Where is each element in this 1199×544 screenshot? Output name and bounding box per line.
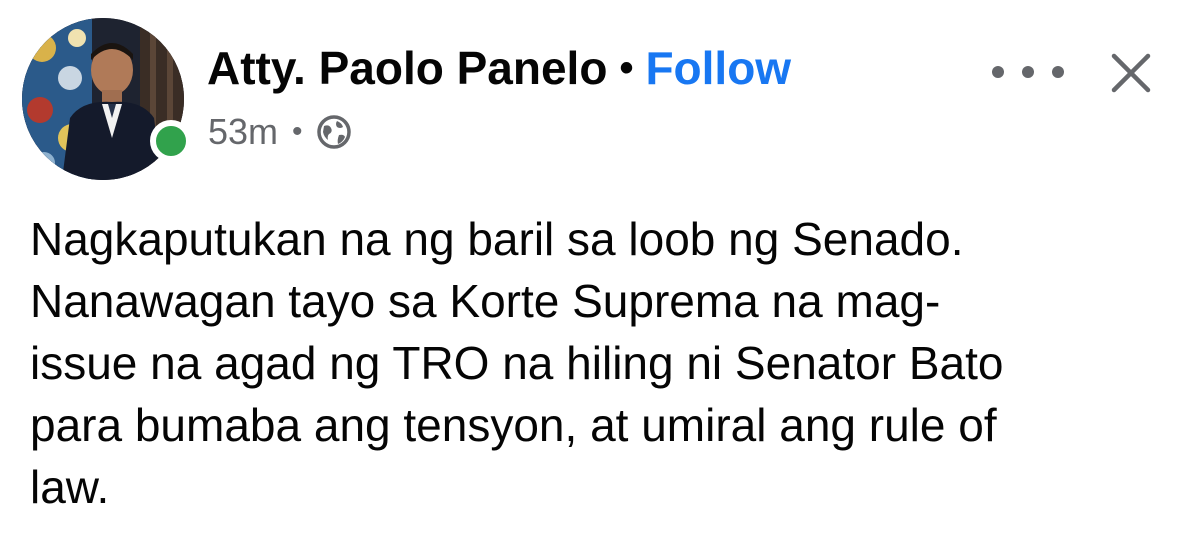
more-dot (1022, 66, 1034, 78)
meta-separator: • (292, 115, 303, 148)
close-icon[interactable] (1110, 52, 1152, 94)
author-name[interactable]: Atty. Paolo Panelo (207, 45, 607, 91)
more-options-icon[interactable] (992, 52, 1064, 92)
header-separator: • (619, 46, 634, 90)
post-text: Nagkaputukan na ng baril sa loob ng Sena… (30, 213, 1004, 513)
globe-icon[interactable] (315, 113, 353, 151)
more-dot (1052, 66, 1064, 78)
online-status-dot (150, 120, 192, 162)
post-meta: 53m • (208, 113, 353, 151)
more-dot (992, 66, 1004, 78)
follow-button[interactable]: Follow (645, 45, 791, 91)
post-time[interactable]: 53m (208, 114, 278, 150)
post-header: Atty. Paolo Panelo • Follow (207, 45, 791, 91)
facebook-post: Atty. Paolo Panelo • Follow 53m • Nagkap… (0, 0, 1199, 544)
